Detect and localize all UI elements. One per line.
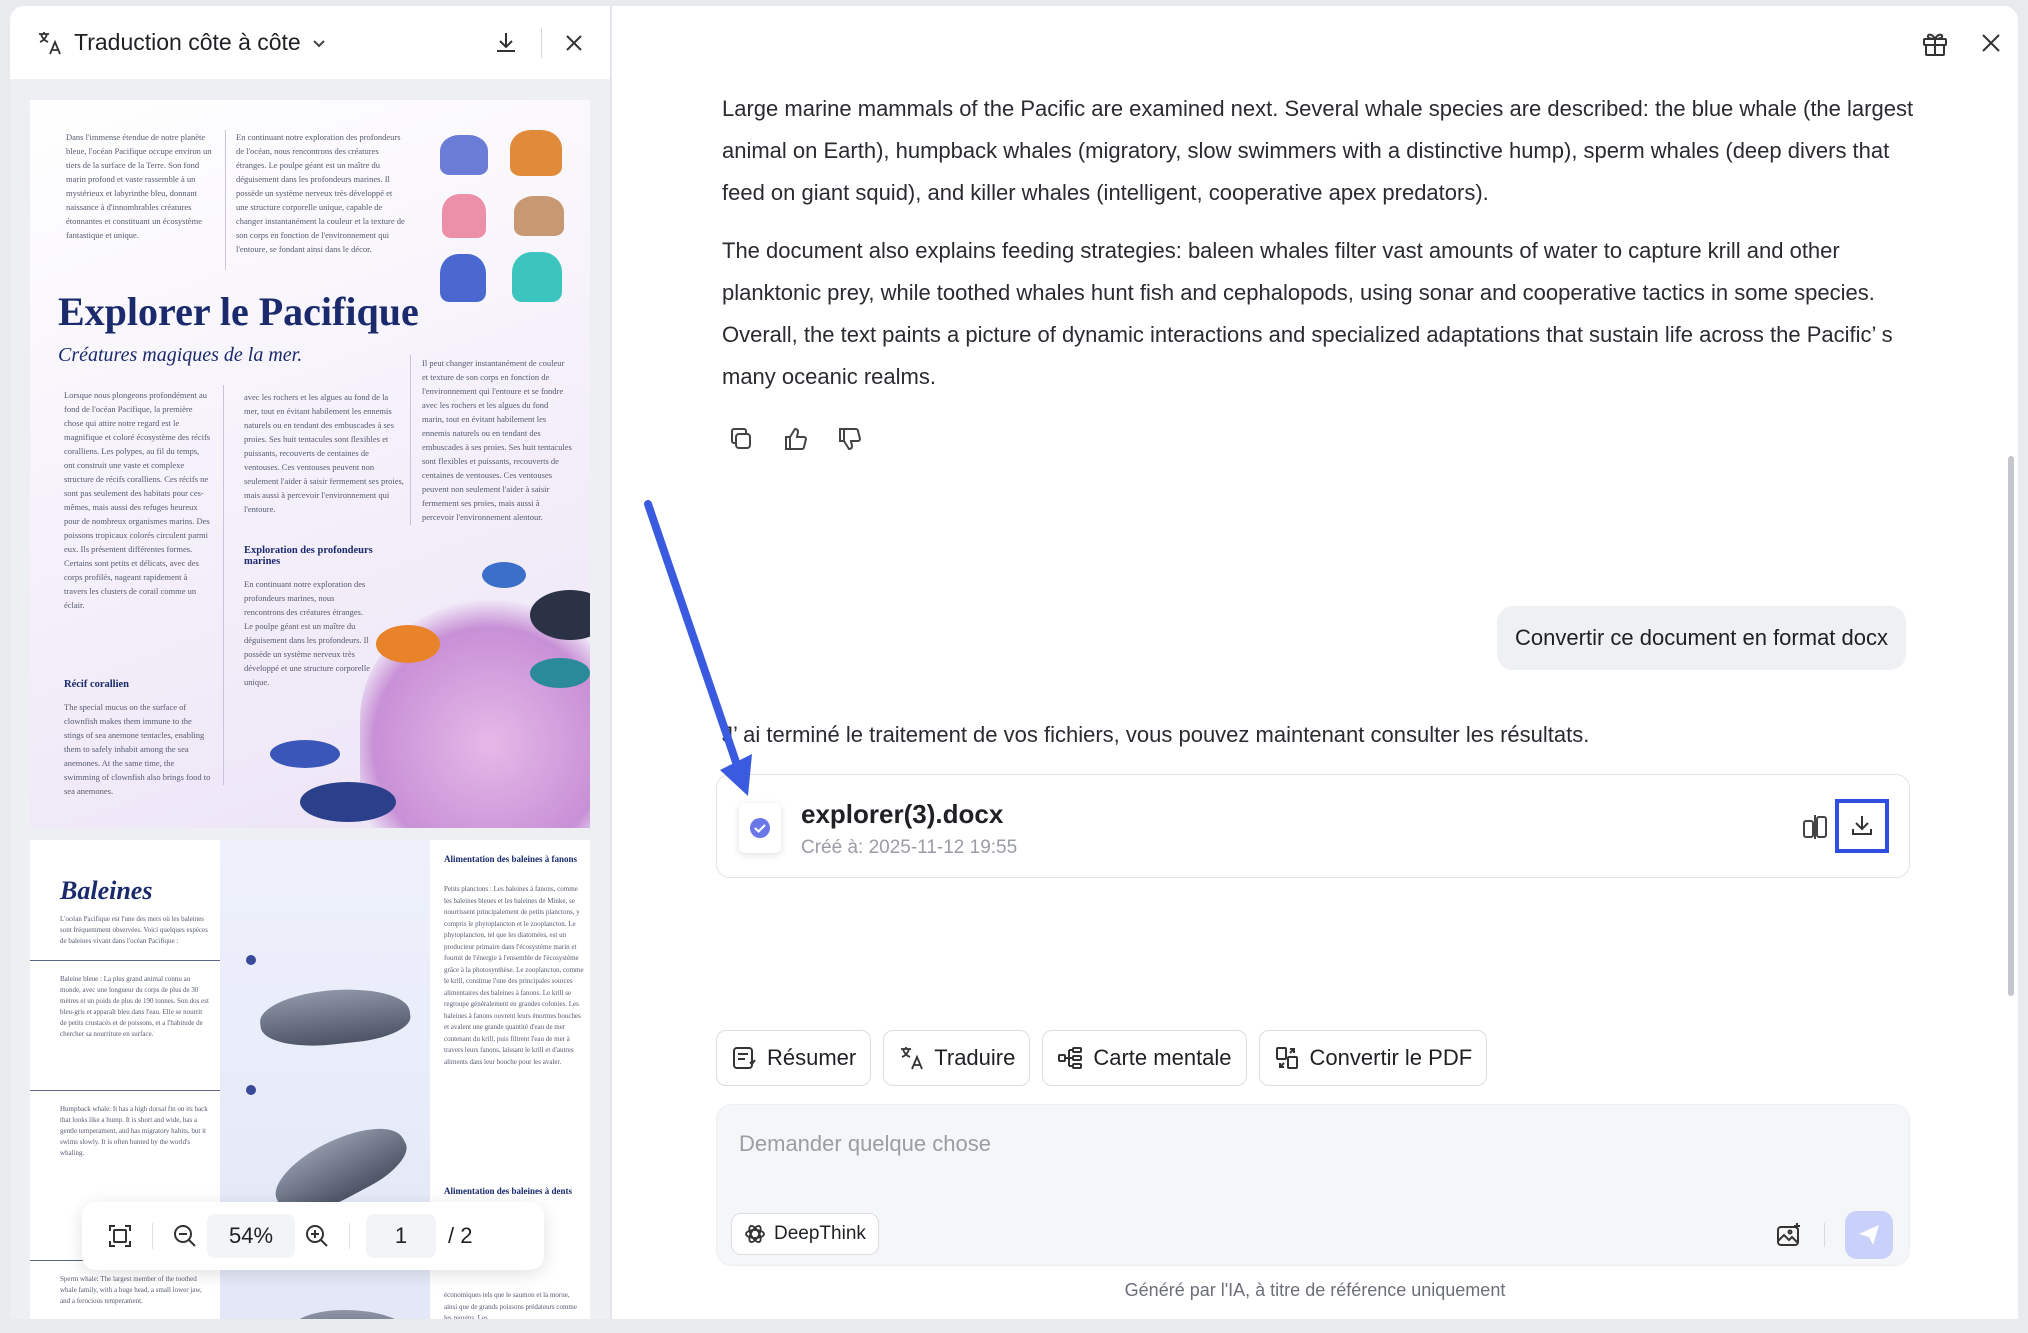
page2-text-fanons: Petits planctons : Les baleines à fanons… — [444, 885, 584, 1066]
page2-item-sperm: Sperm whale: The largest member of the t… — [60, 1275, 202, 1305]
gift-icon[interactable] — [1920, 28, 1950, 58]
chat-input[interactable] — [739, 1131, 1839, 1157]
coral-illustration — [512, 252, 562, 302]
download-icon[interactable] — [493, 30, 519, 56]
convert-icon — [1274, 1045, 1300, 1071]
fish-illustration — [300, 782, 396, 822]
page2-intro: L'océan Pacifique est l'une des mers où … — [60, 915, 208, 945]
deepthink-icon — [744, 1223, 766, 1245]
page2-heading-fanons: Alimentation des baleines à fanons — [444, 854, 578, 864]
ai-response-paragraph-2: The document also explains feeding strat… — [722, 238, 1893, 389]
quick-actions: Résumer Traduire Carte mentale Convertir… — [716, 1030, 1488, 1086]
page1-text-a-low: The special mucus on the surface of clow… — [64, 702, 211, 796]
page2-text-dents: économiques tels que le saumon et la mor… — [444, 1291, 577, 1319]
close-icon[interactable] — [564, 33, 584, 53]
summarize-label: Résumer — [767, 1045, 857, 1070]
page1-heading-profondeurs: Exploration des profondeurs marines — [244, 545, 373, 567]
compare-icon[interactable] — [1797, 809, 1833, 845]
ai-message: J’ ai terminé le traitement de vos fichi… — [722, 722, 1590, 747]
translate-icon — [36, 30, 62, 56]
page2-heading-dents: Alimentation des baleines à dents — [444, 1186, 573, 1196]
mind-map-chip[interactable]: Carte mentale — [1042, 1030, 1247, 1086]
header-divider — [541, 27, 542, 58]
coral-illustration — [514, 196, 564, 236]
send-button[interactable] — [1845, 1211, 1893, 1259]
file-icon — [739, 803, 781, 853]
thumbs-down-icon[interactable] — [834, 424, 864, 454]
panel-title: Traduction côte à côte — [74, 29, 301, 55]
translation-header: Traduction côte à côte — [10, 6, 610, 80]
page2-item-humpback: Humpback whale: It has a high dorsal fin… — [60, 1105, 208, 1157]
fit-page-icon[interactable] — [98, 1214, 142, 1258]
document-preview[interactable]: Dans l'immense étendue de notre planète … — [10, 80, 610, 1319]
page1-title: Explorer le Pacifique — [58, 289, 419, 334]
ai-response-paragraph-1: Large marine mammals of the Pacific are … — [722, 96, 1914, 205]
mind-map-label: Carte mentale — [1093, 1045, 1232, 1070]
deepthink-label: DeepThink — [774, 1223, 866, 1244]
page2-title: Baleines — [60, 876, 153, 905]
page-number-input[interactable]: 1 — [366, 1214, 436, 1258]
send-icon — [1856, 1222, 1882, 1248]
check-circle-icon — [749, 817, 771, 839]
whale-illustration — [290, 1310, 410, 1319]
summarize-chip[interactable]: Résumer — [716, 1030, 872, 1086]
zoom-level[interactable]: 54% — [207, 1214, 295, 1258]
copy-icon[interactable] — [726, 424, 756, 454]
zoom-toolbar: 54% 1 / 2 — [82, 1202, 544, 1270]
whale-illustration — [257, 982, 413, 1052]
page1-text-b-mid: avec les rochers et les algues au fond d… — [244, 392, 404, 514]
chat-panel: Large marine mammals of the Pacific are … — [612, 6, 2018, 1319]
page1-text-b-low: En continuant notre exploration des prof… — [244, 579, 371, 687]
translate-chip[interactable]: Traduire — [883, 1030, 1031, 1086]
chevron-down-icon[interactable] — [311, 35, 327, 51]
response-actions — [726, 424, 864, 454]
page1-text-c-mid: Il peut changer instantanément de couleu… — [422, 358, 572, 522]
zoom-out-icon[interactable] — [163, 1214, 207, 1258]
chat-header-actions — [1920, 28, 2002, 58]
coral-illustration — [442, 194, 486, 238]
file-name[interactable]: explorer(3).docx — [801, 799, 1003, 830]
annotation-arrow — [644, 500, 752, 796]
thumbs-up-icon[interactable] — [780, 424, 810, 454]
page1-heading-recif: Récif corallien — [64, 679, 130, 690]
download-file-button[interactable] — [1835, 799, 1889, 853]
close-icon[interactable] — [1980, 32, 2002, 54]
coral-illustration — [440, 135, 488, 175]
image-upload-icon[interactable] — [1771, 1217, 1807, 1253]
zoom-in-icon[interactable] — [295, 1214, 339, 1258]
app-window: Traduction côte à côte Dans l'immense ét… — [0, 0, 2028, 1333]
file-created-date: Créé à: 2025-11-12 19:55 — [801, 837, 1018, 858]
translation-panel: Traduction côte à côte Dans l'immense ét… — [10, 6, 610, 1319]
user-message: Convertir ce document en format docx — [1497, 606, 1906, 670]
fish-illustration — [270, 740, 340, 768]
download-icon — [1849, 813, 1875, 839]
file-result-card[interactable]: explorer(3).docx Créé à: 2025-11-12 19:5… — [716, 774, 1910, 878]
convert-pdf-label: Convertir le PDF — [1309, 1045, 1473, 1070]
ai-disclaimer: Généré par l'IA, à titre de référence un… — [1124, 1280, 1506, 1300]
fish-illustration — [376, 625, 440, 663]
page1-text-b-top: En continuant notre exploration des prof… — [236, 132, 405, 254]
deepthink-toggle[interactable]: DeepThink — [731, 1213, 879, 1255]
coral-illustration — [440, 254, 486, 302]
chat-input-box: DeepThink — [716, 1104, 1910, 1266]
page1-text-a-mid: Lorsque nous plongeons profondément au f… — [64, 390, 211, 610]
translate-label: Traduire — [934, 1045, 1016, 1070]
convert-pdf-chip[interactable]: Convertir le PDF — [1258, 1030, 1488, 1086]
document-page-1: Dans l'immense étendue de notre planète … — [30, 100, 590, 828]
mind-map-icon — [1057, 1045, 1083, 1071]
page-total: / 2 — [448, 1223, 473, 1248]
summarize-icon — [731, 1045, 757, 1071]
page2-item-blue-whale: Baleine bleue : La plus grand animal con… — [60, 975, 209, 1038]
coral-illustration — [510, 130, 562, 176]
fish-illustration — [482, 562, 526, 588]
chat-scrollbar[interactable] — [2008, 456, 2014, 996]
translate-icon — [898, 1045, 924, 1071]
page1-subtitle: Créatures magiques de la mer. — [58, 344, 303, 366]
page1-text-a-top: Dans l'immense étendue de notre planète … — [66, 132, 212, 240]
fish-illustration — [530, 658, 590, 688]
